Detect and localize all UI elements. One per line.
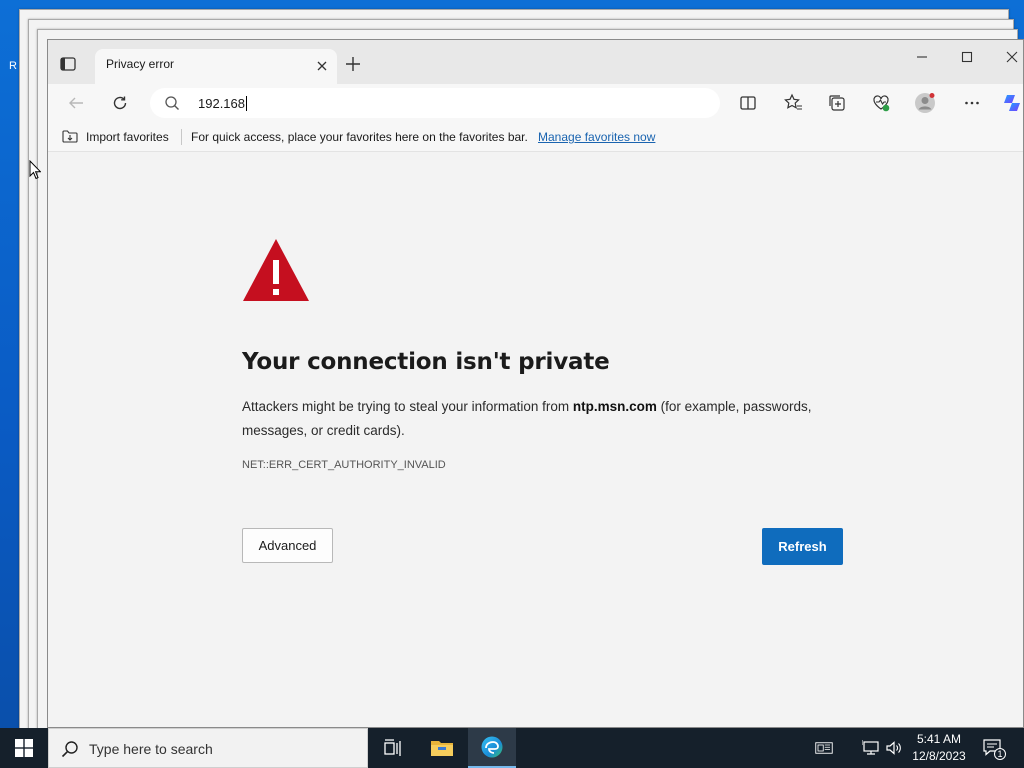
- new-tab-icon[interactable]: [344, 55, 362, 73]
- tab-privacy-error[interactable]: Privacy error: [95, 49, 337, 84]
- desktop-icon-label: R: [9, 60, 17, 72]
- advanced-button[interactable]: Advanced: [242, 528, 333, 563]
- mouse-cursor-icon: [29, 160, 41, 180]
- clock-time: 5:41 AM: [916, 732, 962, 746]
- error-host: ntp.msn.com: [572, 399, 657, 414]
- import-favorites-icon[interactable]: [62, 129, 78, 143]
- close-tab-icon[interactable]: [314, 58, 330, 74]
- task-view-icon[interactable]: [368, 728, 416, 768]
- taskbar-clock[interactable]: 5:41 AM 12/8/2023: [906, 731, 972, 765]
- favorites-hint: For quick access, place your favorites h…: [191, 130, 528, 144]
- notification-icon[interactable]: 1: [982, 738, 1006, 760]
- copilot-icon[interactable]: [1001, 92, 1023, 114]
- taskbar: Type here to search 5:41 AM 12/8/2023 1: [0, 728, 1024, 768]
- collections-icon[interactable]: [826, 92, 848, 114]
- favorites-bar: Import favorites For quick access, place…: [48, 122, 1023, 152]
- error-title: Your connection isn't private: [242, 349, 610, 375]
- warning-icon: [242, 236, 310, 304]
- address-bar[interactable]: 192.168: [150, 88, 720, 118]
- favorites-divider: [181, 129, 182, 145]
- search-icon: [61, 740, 79, 758]
- network-icon[interactable]: [862, 739, 880, 757]
- news-widget-icon[interactable]: [815, 739, 833, 757]
- close-window-icon[interactable]: [998, 48, 1023, 66]
- navigation-toolbar: 192.168: [48, 84, 1023, 122]
- tab-actions-icon[interactable]: [58, 54, 78, 74]
- profile-avatar-icon[interactable]: [914, 92, 936, 114]
- split-screen-icon[interactable]: [737, 92, 759, 114]
- start-windows-icon[interactable]: [0, 728, 48, 768]
- volume-icon[interactable]: [885, 739, 903, 757]
- address-input[interactable]: 192.168: [198, 96, 247, 111]
- maximize-icon[interactable]: [953, 48, 981, 66]
- taskbar-search-box[interactable]: Type here to search: [48, 728, 368, 768]
- edge-taskbar-icon[interactable]: [468, 728, 516, 768]
- notification-count-badge: 1: [994, 748, 1006, 760]
- refresh-icon[interactable]: [109, 92, 131, 114]
- error-description: Attackers might be trying to steal your …: [242, 395, 852, 443]
- file-explorer-icon[interactable]: [418, 728, 466, 768]
- error-description-prefix: Attackers might be trying to steal your …: [242, 399, 573, 414]
- manage-favorites-link[interactable]: Manage favorites now: [538, 130, 655, 144]
- edge-browser-window: Privacy error 192.168 Import favorites F…: [47, 39, 1024, 728]
- minimize-icon[interactable]: [908, 48, 936, 66]
- tab-title: Privacy error: [106, 57, 175, 71]
- import-favorites-button[interactable]: Import favorites: [86, 130, 169, 144]
- search-icon: [164, 95, 180, 111]
- back-arrow-icon[interactable]: [65, 92, 87, 114]
- error-page: Your connection isn't private Attackers …: [48, 152, 1023, 727]
- more-options-icon[interactable]: [961, 92, 983, 114]
- refresh-button[interactable]: Refresh: [762, 528, 843, 565]
- error-code: NET::ERR_CERT_AUTHORITY_INVALID: [242, 459, 446, 471]
- taskbar-search-placeholder: Type here to search: [89, 741, 213, 757]
- browser-essentials-icon[interactable]: [870, 92, 892, 114]
- favorites-star-icon[interactable]: [782, 92, 804, 114]
- clock-date: 12/8/2023: [912, 749, 966, 763]
- tab-strip: Privacy error: [48, 40, 1023, 84]
